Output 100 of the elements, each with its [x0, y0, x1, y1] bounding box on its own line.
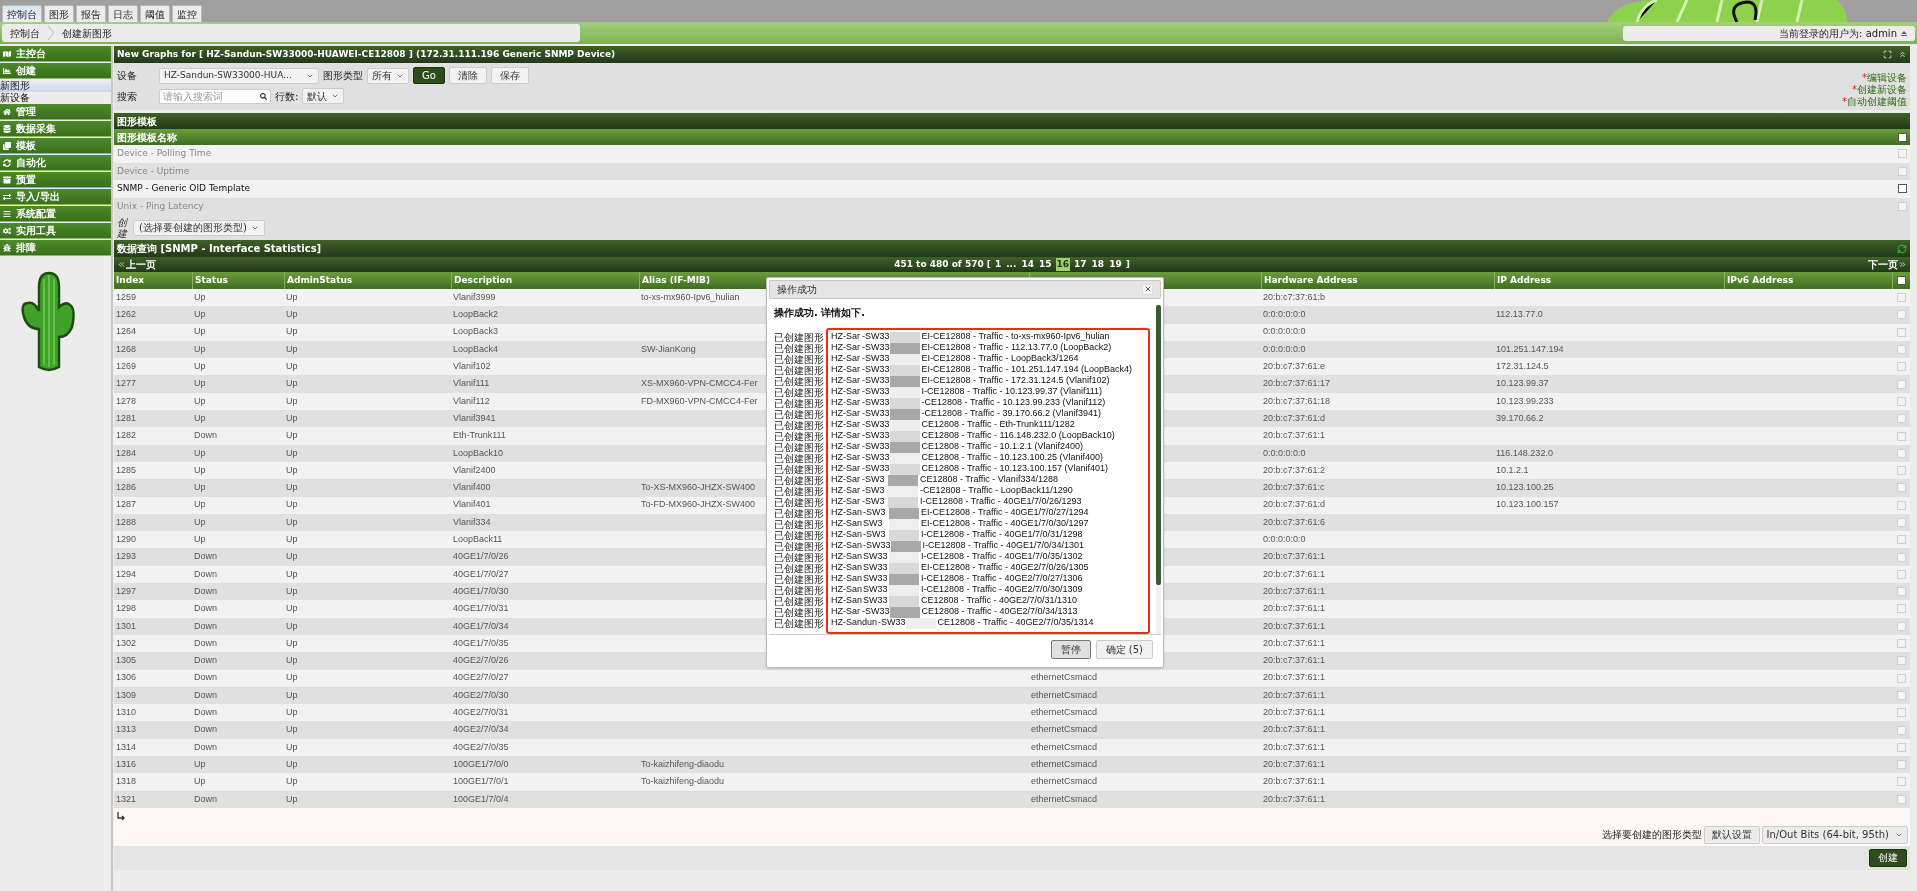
table-cell: 40GE1/7/0/26: [453, 551, 509, 562]
redaction-block: [888, 474, 918, 486]
checkbox[interactable]: [1898, 132, 1907, 142]
sidebar-section[interactable]: 创建: [0, 63, 111, 79]
table-cell: Up: [286, 395, 298, 406]
nav-tab[interactable]: 报告: [76, 5, 106, 22]
type-select[interactable]: 所有: [367, 67, 409, 84]
device-select[interactable]: HZ-Sandun-SW33000-HUA...: [159, 67, 319, 84]
table-cell: 20:b:c7:37:61:b: [1263, 291, 1326, 302]
search-field[interactable]: 请输入搜索词: [159, 88, 271, 104]
graph-name-fragment: HZ-San: [831, 594, 863, 608]
table-cell: 20:b:c7:37:61:18: [1263, 395, 1331, 406]
prev-page-link[interactable]: 上一页: [117, 257, 156, 272]
graph-name-line: CE12808 - Traffic - 40GE2/7/0/34/1313: [921, 605, 1078, 618]
table-cell: 40GE1/7/0/31: [453, 603, 509, 614]
form-button[interactable]: 清除: [448, 67, 487, 84]
device-link[interactable]: 编辑设备: [1867, 72, 1907, 84]
table-cell: Up: [286, 776, 298, 787]
page-link[interactable]: ...: [1005, 257, 1018, 272]
sidebar-section[interactable]: 模板: [0, 138, 111, 154]
table-cell: Up: [286, 534, 298, 545]
next-page-link[interactable]: 下一页: [1868, 257, 1907, 272]
sidebar-section[interactable]: 导入/导出: [0, 189, 111, 205]
page-link[interactable]: 16: [1055, 257, 1071, 272]
created-label: 已创建图形: [774, 452, 825, 464]
page-link[interactable]: 15: [1038, 257, 1053, 272]
table-cell: 1288: [116, 516, 137, 527]
default-button[interactable]: 默认设置: [1703, 825, 1760, 844]
table-cell: LoopBack10: [453, 447, 504, 458]
nav-tab[interactable]: 阈值: [140, 5, 170, 22]
user-badge[interactable]: 当前登录的用户为: admin: [1623, 25, 1915, 41]
graph-name-fragment: HZ-San: [831, 506, 863, 520]
table-cell: 1262: [116, 309, 137, 320]
table-cell: 39.170.66.2: [1496, 412, 1544, 423]
close-button[interactable]: [1142, 283, 1153, 295]
scrollbar-thumb[interactable]: [1156, 304, 1161, 585]
table-cell: 20:b:c7:37:61:1: [1263, 793, 1326, 804]
graph-type-select[interactable]: In/Out Bits (64-bit, 95th): [1761, 825, 1908, 844]
breadcrumb-link[interactable]: 创建新图形: [58, 25, 116, 41]
sidebar-section[interactable]: 自动化: [0, 155, 111, 171]
page-link[interactable]: 19: [1108, 257, 1123, 272]
table-cell: 101.251.147.194: [1496, 343, 1564, 354]
column-header: 图形模板名称: [117, 130, 177, 145]
sidebar-section[interactable]: 数据采集: [0, 121, 111, 137]
table-cell: 1309: [116, 689, 137, 700]
table-cell: 1277: [116, 378, 137, 389]
refresh-icon[interactable]: [1897, 243, 1907, 254]
table-cell: 20:b:c7:37:61:1: [1263, 689, 1326, 700]
table-cell: ethernetCsmacd: [1031, 741, 1098, 752]
rows-select[interactable]: 默认: [302, 88, 345, 104]
collapse-icon[interactable]: [1898, 50, 1907, 59]
nav-tab[interactable]: 日志: [108, 5, 138, 22]
table-cell: Up: [194, 412, 206, 423]
nav-tab[interactable]: 控制台: [2, 5, 42, 22]
page-link[interactable]: 1: [993, 257, 1003, 272]
page-link[interactable]: 14: [1020, 257, 1035, 272]
page-link[interactable]: 18: [1090, 257, 1106, 272]
nav-tab[interactable]: 监控: [172, 5, 202, 22]
table-cell: 20:b:c7:37:61:c: [1263, 482, 1325, 493]
form-button[interactable]: Go: [413, 67, 445, 84]
redaction-block: [889, 529, 919, 541]
sidebar-link[interactable]: 新设备: [0, 92, 111, 104]
sidebar-link[interactable]: 新图形: [0, 80, 111, 92]
table-cell: Up: [286, 793, 298, 804]
nav-tab[interactable]: 图形: [44, 5, 74, 22]
graph-name-line: EI-CE12808 - Traffic - 101.251.147.194 (LoopBack4): [921, 363, 1132, 376]
created-label: 已创建图形: [774, 595, 825, 607]
graph-name-fragment: HZ-Sar: [831, 407, 861, 421]
dialog-button[interactable]: 暂停: [1050, 640, 1091, 660]
double-right-icon: [1898, 260, 1907, 269]
device-link[interactable]: 创建新设备: [1857, 84, 1907, 96]
fullscreen-icon[interactable]: [1883, 50, 1892, 59]
table-cell: Down: [194, 724, 217, 735]
checkbox[interactable]: [1897, 276, 1906, 285]
sidebar-section[interactable]: 主控台: [0, 46, 111, 62]
create-button[interactable]: 创建: [1869, 848, 1907, 867]
type-label: 图形类型: [323, 69, 363, 83]
table-cell: 20:b:c7:37:61:1: [1263, 551, 1326, 562]
dialog-button[interactable]: 确定 (5): [1095, 640, 1153, 660]
created-label: 已创建图形: [774, 397, 825, 409]
created-label: 已创建图形: [774, 529, 825, 541]
sidebar-section[interactable]: 管理: [0, 104, 111, 120]
device-link[interactable]: 自动创建阈值: [1847, 96, 1907, 108]
sidebar-section[interactable]: 实用工具: [0, 223, 111, 239]
table-cell: Up: [286, 758, 298, 769]
sidebar-section[interactable]: 系统配置: [0, 206, 111, 222]
table-cell: Up: [194, 464, 206, 475]
user-label: 当前登录的用户为: admin: [1779, 26, 1897, 41]
graph-type-select[interactable]: (选择要创建的图形类型): [133, 219, 265, 236]
table-cell: ethernetCsmacd: [1031, 724, 1098, 735]
sidebar-section[interactable]: 预置: [0, 172, 111, 188]
breadcrumb-link[interactable]: 控制台: [6, 25, 44, 41]
form-button[interactable]: 保存: [490, 67, 529, 84]
table-cell: Down: [194, 568, 217, 579]
sidebar-section[interactable]: 排障: [0, 240, 111, 256]
created-label: 已创建图形: [774, 353, 825, 365]
table-cell: Up: [194, 309, 206, 320]
checkbox[interactable]: [1898, 184, 1907, 194]
page-link[interactable]: 17: [1073, 257, 1088, 272]
table-cell: 40GE2/7/0/30: [453, 689, 509, 700]
